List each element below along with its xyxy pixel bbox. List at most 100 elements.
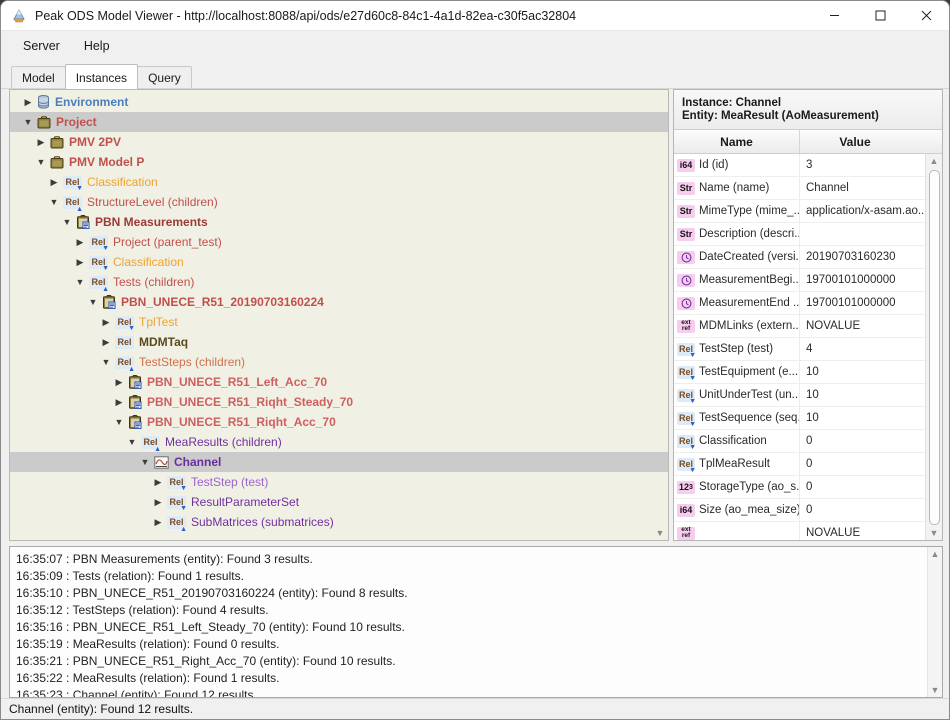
property-row-testequipment-e[interactable]: Rel▼TestEquipment (e...10	[674, 361, 926, 384]
property-row-id-id[interactable]: i64Id (id)3	[674, 154, 926, 177]
property-name: TestEquipment (e...	[699, 366, 798, 378]
tree-item-icon: Rel▼	[63, 176, 82, 189]
property-name: MDMLinks (extern...	[699, 320, 800, 332]
collapse-icon[interactable]: ▼	[139, 457, 151, 467]
tab-instances[interactable]: Instances	[65, 64, 138, 89]
tree-scroll-down-icon[interactable]: ▼	[653, 526, 667, 540]
instance-inspector-panel: Instance: Channel Entity: MeaResult (AoM…	[673, 89, 943, 541]
expand-icon[interactable]: ▶	[35, 137, 47, 148]
property-row-mimetype-mime[interactable]: StrMimeType (mime_...application/x-asam.…	[674, 200, 926, 223]
property-row-mdmlinks-extern[interactable]: extrefMDMLinks (extern...NOVALUE	[674, 315, 926, 338]
expand-icon[interactable]: ▶	[113, 397, 125, 408]
expand-icon[interactable]: ▶	[152, 497, 164, 508]
expand-icon[interactable]: ▶	[152, 477, 164, 488]
expand-icon[interactable]: ▶	[100, 337, 112, 348]
i64-type-icon: i64	[677, 159, 695, 172]
close-button[interactable]	[903, 1, 949, 30]
expand-icon[interactable]: ▶	[74, 237, 86, 248]
property-name: UnitUnderTest (un...	[699, 389, 800, 401]
app-icon	[11, 8, 27, 24]
tree-item-icon	[50, 136, 64, 149]
tree-item-resultparameterset[interactable]: ▶Rel▼ResultParameterSet	[10, 492, 668, 512]
clipboard-icon	[76, 215, 90, 229]
property-row-tplmearesult[interactable]: Rel▼TplMeaResult0	[674, 453, 926, 476]
tree-item-icon	[128, 375, 142, 389]
tree-item-pmv-model-p[interactable]: ▼PMV Model P	[10, 152, 668, 172]
tree-item-mdmtaq[interactable]: ▶RelMDMTaq	[10, 332, 668, 352]
property-row-teststep-test[interactable]: Rel▼TestStep (test)4	[674, 338, 926, 361]
collapse-icon[interactable]: ▼	[61, 217, 73, 227]
log-scroll-up-icon[interactable]: ▲	[928, 547, 942, 561]
tree-item-pbn-unece-r51-left-acc-70[interactable]: ▶PBN_UNECE_R51_Left_Acc_70	[10, 372, 668, 392]
property-row-extref[interactable]: extrefNOVALUE	[674, 522, 926, 540]
tree-item-pbn-unece-r51-20190703160224[interactable]: ▼ PBN_UNECE_R51_20190703160224	[10, 292, 668, 312]
property-row-testsequence-seq[interactable]: Rel▼TestSequence (seq...10	[674, 407, 926, 430]
tree-item-label: MeaResults (children)	[165, 435, 282, 449]
property-row-size-ao-mea-size[interactable]: i64Size (ao_mea_size)0	[674, 499, 926, 522]
expand-icon[interactable]: ▶	[22, 97, 34, 108]
tree-item-icon: Rel	[115, 336, 134, 349]
tree-item-tpltest[interactable]: ▶Rel▼TplTest	[10, 312, 668, 332]
scroll-down-icon[interactable]: ▼	[926, 526, 942, 540]
log-scroll-down-icon[interactable]: ▼	[928, 683, 942, 697]
property-row-measurementbegi[interactable]: MeasurementBegi...19700101000000	[674, 269, 926, 292]
tree-item-environment[interactable]: ▶Environment	[10, 92, 668, 112]
collapse-icon[interactable]: ▼	[22, 117, 34, 127]
scroll-up-icon[interactable]: ▲	[926, 154, 942, 168]
expand-icon[interactable]: ▶	[74, 257, 86, 268]
minimize-button[interactable]	[811, 1, 857, 30]
tree-item-pbn-unece-r51-riqht-acc-70[interactable]: ▼PBN_UNECE_R51_Riqht_Acc_70	[10, 412, 668, 432]
tree-item-pmv-2pv[interactable]: ▶PMV 2PV	[10, 132, 668, 152]
inspector-scrollbar[interactable]: ▲ ▼	[925, 154, 942, 540]
property-row-datecreated-versi[interactable]: DateCreated (versi...20190703160230	[674, 246, 926, 269]
tree-item-tests-children[interactable]: ▼Rel▲Tests (children)	[10, 272, 668, 292]
collapse-icon[interactable]: ▼	[35, 157, 47, 167]
column-name[interactable]: Name	[674, 130, 800, 153]
collapse-icon[interactable]: ▼	[74, 277, 86, 287]
maximize-button[interactable]	[857, 1, 903, 30]
property-row-name-name[interactable]: StrName (name)Channel	[674, 177, 926, 200]
property-name: Classification	[699, 435, 767, 447]
tree-item-label: PBN_UNECE_R51_20190703160224	[121, 295, 324, 309]
tab-model[interactable]: Model	[11, 66, 66, 89]
tree-item-icon	[37, 116, 51, 129]
tree-item-project[interactable]: ▼Project	[10, 112, 668, 132]
menu-server[interactable]: Server	[13, 35, 70, 57]
expand-icon[interactable]: ▶	[113, 377, 125, 388]
tab-query[interactable]: Query	[137, 66, 192, 89]
instance-label: Instance: Channel	[682, 97, 934, 109]
menu-help[interactable]: Help	[74, 35, 120, 57]
tree-item-structurelevel-children[interactable]: ▼Rel▲StructureLevel (children)	[10, 192, 668, 212]
expand-icon[interactable]: ▶	[100, 317, 112, 328]
property-row-classification[interactable]: Rel▼Classification0	[674, 430, 926, 453]
property-row-measurementend[interactable]: MeasurementEnd ...19700101000000	[674, 292, 926, 315]
tree-item-teststeps-children[interactable]: ▼Rel▲TestSteps (children)	[10, 352, 668, 372]
tree-item-submatrices-submatrices[interactable]: ▶Rel▲SubMatrices (submatrices)	[10, 512, 668, 532]
collapse-icon[interactable]: ▼	[87, 297, 99, 307]
tree-item-mearesults-children[interactable]: ▼Rel▲MeaResults (children)	[10, 432, 668, 452]
tree-item-icon: Rel▼	[115, 316, 134, 329]
scroll-thumb[interactable]	[929, 170, 940, 525]
log-scrollbar[interactable]: ▲ ▼	[927, 547, 942, 697]
property-name: MimeType (mime_...	[699, 205, 800, 217]
tree-item-channel[interactable]: ▼Channel	[10, 452, 668, 472]
collapse-icon[interactable]: ▼	[126, 437, 138, 447]
property-row-description-descri[interactable]: StrDescription (descri...	[674, 223, 926, 246]
collapse-icon[interactable]: ▼	[113, 417, 125, 427]
expand-icon[interactable]: ▶	[48, 177, 60, 188]
tree-item-classification[interactable]: ▶Rel▼Classification	[10, 252, 668, 272]
property-value: 0	[800, 504, 926, 516]
tree-item-pbn-unece-r51-riqht-steady-70[interactable]: ▶PBN_UNECE_R51_Riqht_Steady_70	[10, 392, 668, 412]
property-row-storagetype-ao-s[interactable]: 123StorageType (ao_s...0	[674, 476, 926, 499]
tree-item-project-parent-test[interactable]: ▶Rel▼Project (parent_test)	[10, 232, 668, 252]
tree-item-label: TestStep (test)	[191, 475, 268, 489]
property-name: TestSequence (seq...	[699, 412, 800, 424]
tree-item-pbn-measurements[interactable]: ▼PBN Measurements	[10, 212, 668, 232]
property-row-unitundertest-un[interactable]: Rel▼UnitUnderTest (un...10	[674, 384, 926, 407]
collapse-icon[interactable]: ▼	[48, 197, 60, 207]
column-value[interactable]: Value	[800, 130, 910, 153]
expand-icon[interactable]: ▶	[152, 517, 164, 528]
collapse-icon[interactable]: ▼	[100, 357, 112, 367]
tree-item-classification[interactable]: ▶Rel▼Classification	[10, 172, 668, 192]
tree-item-teststep-test[interactable]: ▶Rel▼TestStep (test)	[10, 472, 668, 492]
